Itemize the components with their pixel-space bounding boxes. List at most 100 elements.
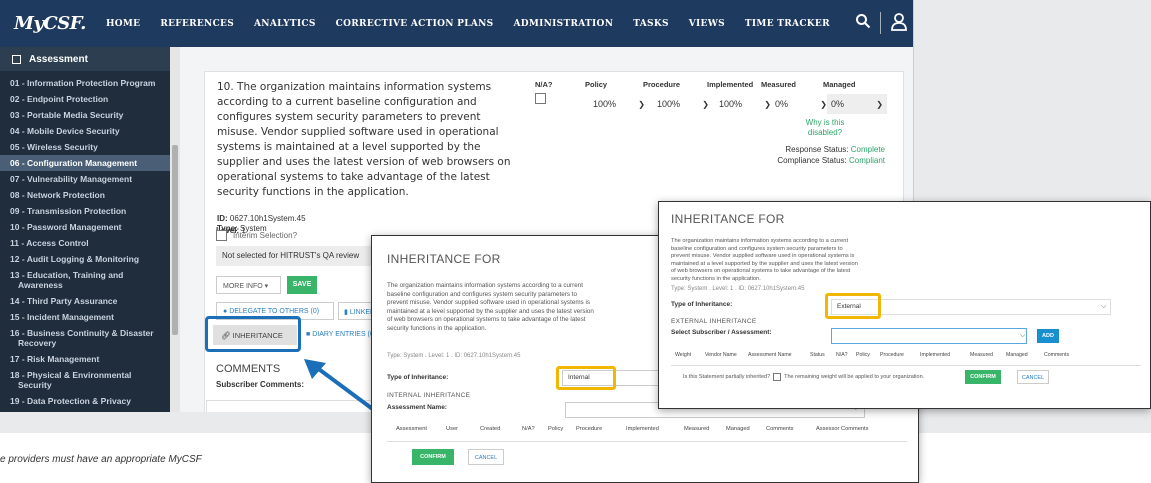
caret-down-icon: ▾: [264, 283, 269, 290]
sidebar-item[interactable]: 18 - Physical & Environmental: [0, 367, 180, 380]
modal-meta: Type: System . Level: 1 . ID: 0627.10h1S…: [671, 286, 805, 292]
sidebar-item[interactable]: 14 - Third Party Assurance: [0, 293, 180, 309]
managed-value: 0%: [831, 99, 845, 109]
chevron-down-icon: ❯: [820, 99, 827, 109]
sidebar-scroll-thumb[interactable]: [172, 145, 178, 335]
more-info-button[interactable]: MORE INFO ▾: [216, 276, 281, 294]
column-header: Implemented: [920, 352, 950, 358]
sidebar-item-continued[interactable]: Security: [0, 380, 180, 393]
sidebar-item-active[interactable]: 06 - Configuration Management: [0, 155, 180, 171]
sidebar-item[interactable]: 17 - Risk Management: [0, 351, 180, 367]
user-icon[interactable]: [890, 12, 908, 32]
column-header: Comments: [1044, 352, 1070, 358]
divider: [671, 365, 1141, 366]
confirm-button[interactable]: CONFIRM: [965, 370, 1001, 384]
partial-inheritance-label: Is this Statement partially inherited?: [683, 374, 771, 380]
column-header: Weight: [675, 352, 692, 358]
interim-checkbox[interactable]: [216, 230, 227, 241]
sidebar-item[interactable]: 05 - Wireless Security: [0, 139, 180, 155]
why-disabled-link[interactable]: Why is this disabled?: [795, 118, 855, 138]
sidebar-item-continued[interactable]: Awareness: [0, 280, 180, 293]
nav-analytics[interactable]: ANALYTICS: [254, 19, 316, 29]
arrow-icon: [304, 359, 380, 415]
sidebar-item[interactable]: 01 - Information Protection Program: [0, 75, 180, 91]
cancel-button[interactable]: CANCEL: [468, 449, 504, 465]
sidebar-item[interactable]: 07 - Vulnerability Management: [0, 171, 180, 187]
nav-administration[interactable]: ADMINISTRATION: [513, 19, 613, 29]
nav-home[interactable]: HOME: [106, 19, 140, 29]
measured-value: 0%: [775, 99, 789, 109]
na-column: N/A?: [535, 80, 559, 109]
interim-selection[interactable]: Interim Selection?: [216, 230, 297, 241]
interim-label: Interim Selection?: [233, 231, 298, 240]
inheritance-highlight: [205, 316, 301, 352]
sidebar-item[interactable]: 16 - Business Continuity & Disaster: [0, 325, 180, 338]
compliance-status-value: Compliant: [848, 156, 885, 165]
nav-views[interactable]: VIEWS: [689, 19, 725, 29]
sidebar-header-label: Assessment: [29, 53, 88, 65]
id-label: ID:: [217, 214, 228, 223]
policy-value: 100%: [593, 99, 617, 109]
partial-inheritance-checkbox[interactable]: [773, 373, 782, 381]
confirm-button[interactable]: CONFIRM: [412, 449, 454, 465]
inheritance-type-label: Type of Inheritance:: [387, 374, 449, 381]
implemented-select[interactable]: 100% ❯: [715, 94, 775, 114]
external-highlight: [825, 293, 881, 319]
compliance-status-label: Compliance Status:: [777, 156, 847, 165]
qa-review-status: Not selected for HITRUST's QA review: [216, 246, 386, 266]
sidebar-item[interactable]: 02 - Endpoint Protection: [0, 91, 180, 107]
add-button[interactable]: ADD: [1037, 329, 1059, 343]
sidebar-item-continued[interactable]: Recovery: [0, 338, 180, 351]
sidebar-item[interactable]: 15 - Incident Management: [0, 309, 180, 325]
requirement-statement: 10. The organization maintains informati…: [217, 81, 511, 198]
modal-meta: Type: System . Level: 1 . ID: 0627.10h1S…: [387, 353, 521, 359]
external-table-header: Weight Vendor Name Assessment Name Statu…: [675, 352, 1084, 358]
divider: [387, 441, 907, 442]
sidebar-item[interactable]: 03 - Portable Media Security: [0, 107, 180, 123]
column-header: Created: [480, 426, 501, 432]
column-header: Policy: [856, 352, 870, 358]
column-header: Implemented: [626, 426, 659, 432]
nav-references[interactable]: REFERENCES: [160, 19, 234, 29]
managed-label: Managed: [823, 80, 856, 89]
search-icon[interactable]: [855, 13, 871, 29]
diary-entries-button[interactable]: ■ DIARY ENTRIES (0): [302, 325, 382, 345]
logo[interactable]: MyCSF.: [14, 13, 86, 34]
sidebar-item[interactable]: 10 - Password Management: [0, 219, 180, 235]
nav-corrective-action-plans[interactable]: CORRECTIVE ACTION PLANS: [336, 19, 494, 29]
sidebar-item[interactable]: 04 - Mobile Device Security: [0, 123, 180, 139]
column-header: Vendor Name: [705, 352, 737, 358]
inheritance-type-label: Type of Inheritance:: [671, 301, 733, 308]
procedure-select[interactable]: 100% ❯: [653, 94, 713, 114]
column-header: N/A?: [836, 352, 848, 358]
policy-select[interactable]: 100% ❯: [589, 94, 649, 114]
save-button[interactable]: SAVE: [287, 276, 317, 294]
sidebar-item[interactable]: 08 - Network Protection: [0, 187, 180, 203]
assessment-icon: [12, 54, 21, 64]
sidebar-item[interactable]: 12 - Audit Logging & Monitoring: [0, 251, 180, 267]
na-checkbox[interactable]: [535, 93, 546, 104]
nav-tasks[interactable]: TASKS: [633, 19, 669, 29]
managed-select: 0% ❯: [827, 94, 887, 114]
diary-label: DIARY ENTRIES (0): [312, 331, 377, 338]
measured-select[interactable]: 0% ❯: [771, 94, 831, 114]
column-header: N/A?: [522, 426, 535, 432]
column-header: Measured: [970, 352, 994, 358]
assessment-name-label: Assessment Name:: [387, 404, 447, 411]
internal-highlight: [556, 366, 616, 390]
sidebar-item[interactable]: 13 - Education, Training and: [0, 267, 180, 280]
sidebar-item[interactable]: 11 - Access Control: [0, 235, 180, 251]
cancel-button[interactable]: CANCEL: [1017, 370, 1049, 384]
subscriber-select[interactable]: [831, 328, 1027, 344]
response-status-value: Complete: [850, 145, 885, 154]
nav-time-tracker[interactable]: TIME TRACKER: [745, 19, 830, 29]
procedure-value: 100%: [657, 99, 681, 109]
column-header: Managed: [1006, 352, 1028, 358]
more-info-label: MORE INFO: [223, 283, 263, 290]
response-status-label: Response Status:: [785, 145, 849, 154]
modal-title: INHERITANCE FOR: [671, 212, 785, 226]
sidebar-item[interactable]: 19 - Data Protection & Privacy: [0, 393, 180, 409]
sidebar-item[interactable]: 09 - Transmission Protection: [0, 203, 180, 219]
nav-divider: [880, 12, 881, 34]
sidebar-header[interactable]: Assessment: [0, 47, 180, 71]
